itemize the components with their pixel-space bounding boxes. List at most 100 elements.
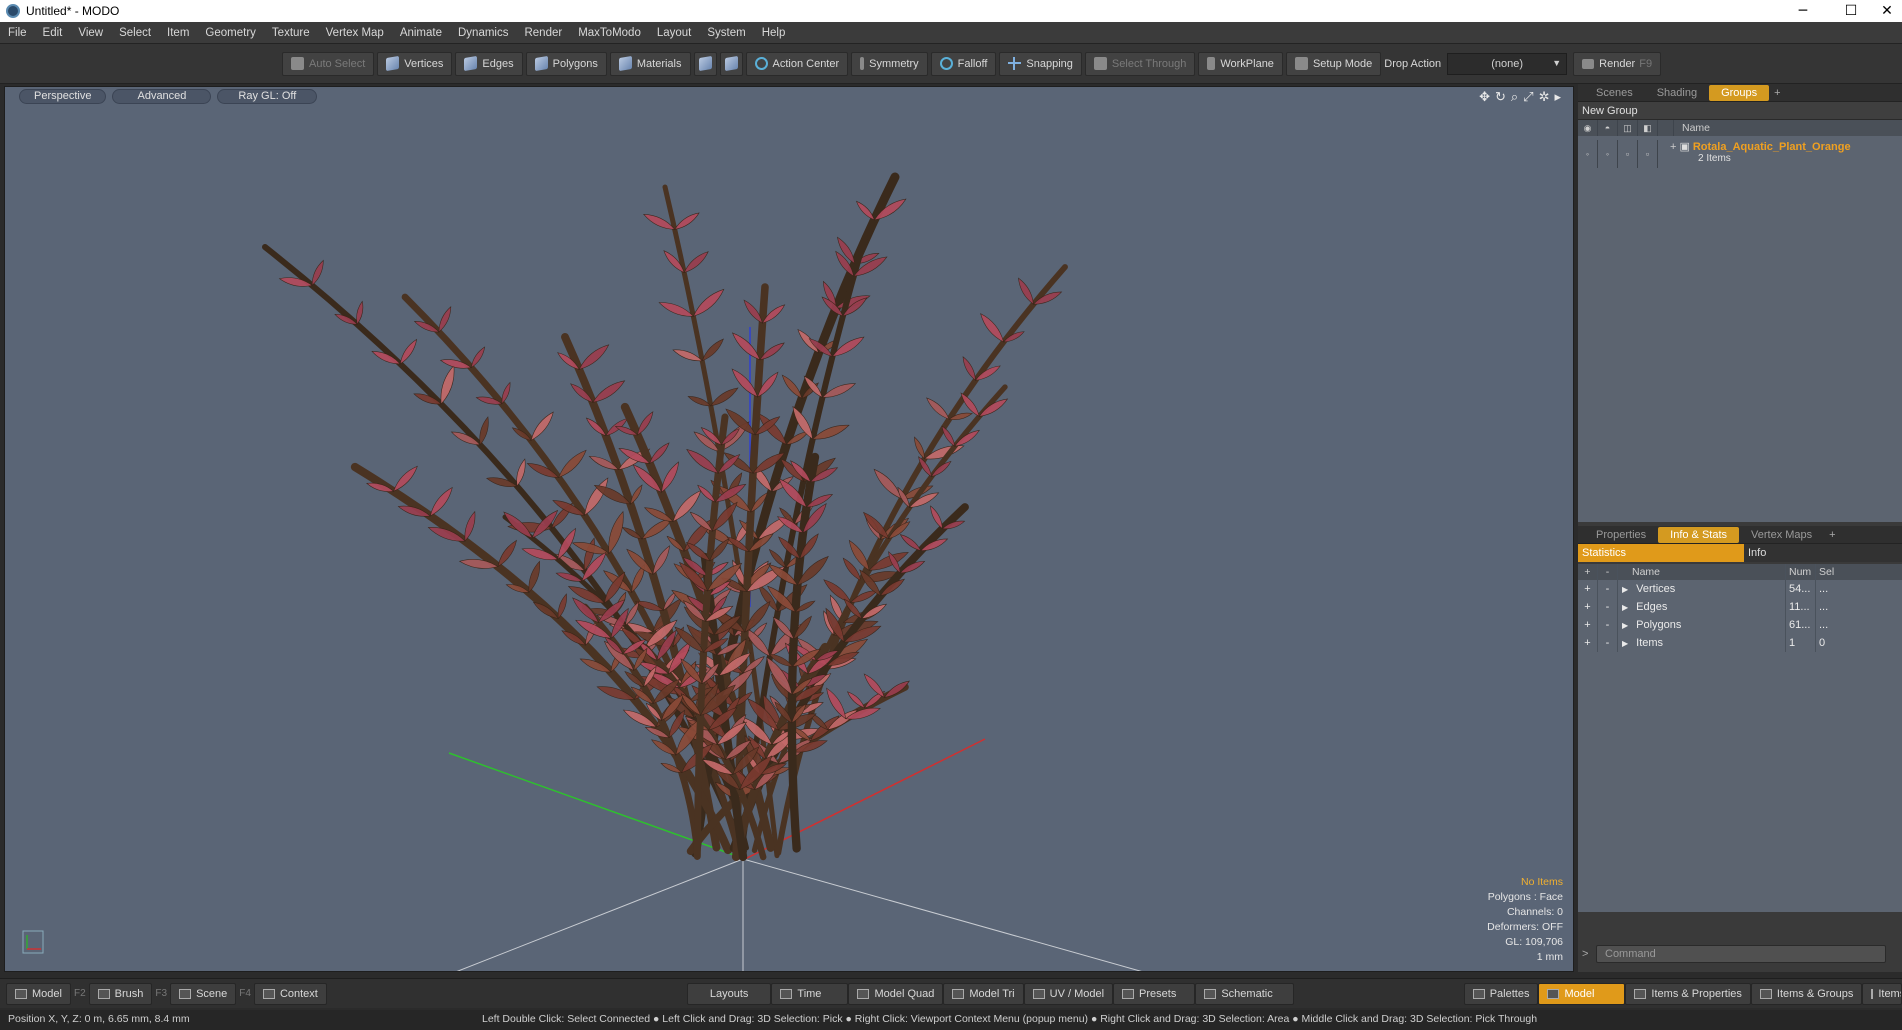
menu-file[interactable]: File [0,22,35,44]
menu-animate[interactable]: Animate [392,22,450,44]
expand-all-icon[interactable]: + [1578,564,1598,580]
polygons-button[interactable]: Polygons [525,51,607,76]
group-row[interactable]: ◦ ◦ ▫ ▫ + ▣ Rotala_Aquatic_Plant_Orange 2 … [1578,136,1902,168]
menu-edit[interactable]: Edit [35,22,71,44]
uv-model-button[interactable]: UV / Model [1023,982,1114,1005]
advanced-pill[interactable]: Advanced [112,88,212,104]
fit-view-icon[interactable]: ⤢ [1523,89,1533,105]
context-button[interactable]: Context [253,982,327,1005]
setup-mode-button[interactable]: Setup Mode [1285,51,1382,76]
items-groups-button[interactable]: Items & Groups [1750,982,1863,1005]
move-view-icon[interactable]: ✥ [1479,89,1490,105]
menu-item[interactable]: Item [159,22,197,44]
minimize-button[interactable]: ─ [1780,0,1826,22]
plus-icon[interactable]: + [1578,634,1598,652]
workplane-button[interactable]: WorkPlane [1198,51,1283,76]
menu-view[interactable]: View [70,22,111,44]
action-center-button[interactable]: Action Center [745,51,849,76]
scene-fkey: F4 [239,988,251,999]
tab-scenes[interactable]: Scenes [1584,85,1645,101]
vertices-button[interactable]: Vertices [377,51,453,76]
minus-icon[interactable]: - [1598,580,1618,598]
tab-groups[interactable]: Groups [1709,84,1770,101]
model-tri-button[interactable]: Model Tri [943,982,1024,1005]
minus-icon[interactable]: - [1598,616,1618,634]
collapse-all-icon[interactable]: - [1598,564,1618,580]
layout-icon [1122,988,1135,999]
plus-icon[interactable]: + [1578,580,1598,598]
tab-vertex-maps[interactable]: Vertex Maps [1739,527,1824,543]
stat-row[interactable]: + - ▶ Items 1 0 [1578,634,1902,652]
minus-icon[interactable]: - [1598,634,1618,652]
model-quad-button[interactable]: Model Quad [848,982,944,1005]
rotate-view-icon[interactable]: ↻ [1495,89,1506,105]
tab-statistics[interactable]: Statistics [1578,544,1744,562]
materials-button[interactable]: Materials [609,51,691,76]
3d-viewport[interactable]: Perspective Advanced Ray GL: Off ✥ ↻ ⌕ ⤢… [4,86,1574,972]
close-button[interactable]: ✕ [1872,0,1902,22]
menu-vertex-map[interactable]: Vertex Map [318,22,392,44]
stat-row[interactable]: + - ▶ Edges 11... ... [1578,598,1902,616]
expand-arrow-icon[interactable]: ▶ [1622,621,1628,630]
lock-icon[interactable]: ▫ [1618,140,1638,168]
stat-row[interactable]: + - ▶ Vertices 54... ... [1578,580,1902,598]
symmetry-button[interactable]: Symmetry [851,51,928,76]
snapping-button[interactable]: Snapping [999,51,1082,76]
layouts-button[interactable]: Layouts [686,982,772,1005]
tab-shading[interactable]: Shading [1645,85,1709,101]
expand-arrow-icon[interactable]: ▶ [1622,603,1628,612]
items-properties-button[interactable]: Items & Properties [1625,982,1751,1005]
symmetry-icon [860,57,865,70]
render-icon[interactable]: ◦ [1598,140,1618,168]
menu-render[interactable]: Render [516,22,570,44]
menu-texture[interactable]: Texture [264,22,318,44]
model-layout-button[interactable]: Model [6,982,71,1005]
add-tab-icon[interactable]: + [1769,85,1785,101]
expand-icon[interactable]: + [1670,141,1676,153]
plus-icon[interactable]: + [1578,598,1598,616]
drop-action-select[interactable]: (none) ▼ [1447,52,1568,75]
tab-info[interactable]: Info [1744,544,1766,562]
model-mode-button[interactable]: Model [1538,982,1626,1005]
viewport-menu-icon[interactable]: ▸ [1554,89,1561,105]
stat-row[interactable]: + - ▶ Polygons 61... ... [1578,616,1902,634]
select-icon[interactable]: ▫ [1638,140,1658,168]
groups-tab-row: Scenes Shading Groups + [1578,84,1902,102]
maximize-button[interactable]: ☐ [1828,0,1874,22]
items-shading-button[interactable]: Items & Shadin [1862,982,1902,1005]
menu-layout[interactable]: Layout [649,22,700,44]
menu-dynamics[interactable]: Dynamics [450,22,516,44]
edges-button[interactable]: Edges [455,51,523,76]
brush-layout-button[interactable]: Brush [88,982,153,1005]
shield-toggle-b[interactable] [719,51,743,76]
menu-maxtomodo[interactable]: MaxToModo [570,22,649,44]
menu-system[interactable]: System [699,22,753,44]
scene-layout-button[interactable]: Scene [170,982,237,1005]
menu-help[interactable]: Help [754,22,794,44]
command-input[interactable]: Command [1596,945,1886,963]
add-tab-icon[interactable]: + [1824,527,1840,543]
menu-geometry[interactable]: Geometry [197,22,264,44]
plus-icon[interactable]: + [1578,616,1598,634]
perspective-pill[interactable]: Perspective [19,88,107,104]
menu-select[interactable]: Select [111,22,159,44]
expand-arrow-icon[interactable]: ▶ [1622,639,1628,648]
minus-icon[interactable]: - [1598,598,1618,616]
eye-icon[interactable]: ◦ [1578,140,1598,168]
new-group-button[interactable]: New Group [1578,102,1902,120]
schematic-button[interactable]: Schematic [1195,982,1294,1005]
viewport-settings-icon[interactable]: ✲ [1539,89,1550,105]
shield-toggle-a[interactable] [693,51,717,76]
expand-arrow-icon[interactable]: ▶ [1622,585,1628,594]
raygl-pill[interactable]: Ray GL: Off [217,88,318,104]
falloff-button[interactable]: Falloff [930,51,997,76]
time-button[interactable]: Time [771,982,849,1005]
tab-info-stats[interactable]: Info & Stats [1658,526,1740,543]
auto-select-button[interactable]: Auto Select [282,51,375,76]
zoom-view-icon[interactable]: ⌕ [1511,89,1518,105]
render-button[interactable]: Render F9 [1573,51,1662,76]
presets-button[interactable]: Presets [1113,982,1196,1005]
tab-properties[interactable]: Properties [1584,527,1658,543]
palettes-button[interactable]: Palettes [1463,982,1539,1005]
select-through-button[interactable]: Select Through [1084,51,1196,76]
